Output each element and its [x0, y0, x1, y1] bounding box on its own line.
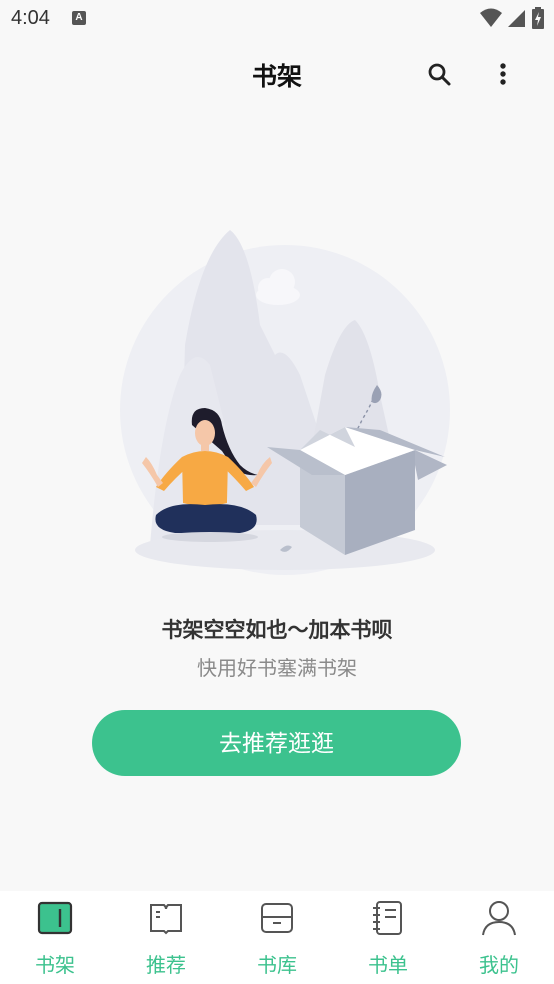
page-title: 书架	[251, 62, 302, 91]
empty-bookshelf-illustration	[120, 230, 450, 575]
more-vert-icon	[500, 63, 506, 85]
empty-state-title: 书架空空如也～加本书呗	[161, 618, 393, 642]
nav-label-library: 书库	[257, 953, 297, 977]
nav-label-booklist: 书单	[368, 953, 408, 977]
nav-item-recommend[interactable]: 推荐	[111, 891, 221, 984]
search-button[interactable]	[425, 60, 455, 90]
search-icon	[428, 63, 451, 86]
wifi-icon	[480, 8, 502, 27]
booklist-icon	[373, 901, 402, 935]
bookshelf-icon	[37, 901, 73, 935]
app-bar: 书架	[0, 38, 554, 112]
nav-label-bookshelf: 书架	[35, 953, 75, 977]
bottom-nav: 书架 推荐 书库 书单 我的	[0, 891, 554, 984]
profile-icon	[482, 901, 516, 936]
nav-label-profile: 我的	[479, 953, 519, 977]
nav-item-booklist[interactable]: 书单	[333, 891, 443, 984]
nav-item-profile[interactable]: 我的	[444, 891, 554, 984]
go-to-recommend-button[interactable]: 去推荐逛逛	[92, 710, 461, 776]
open-book-icon	[150, 904, 182, 935]
battery-icon	[532, 7, 544, 29]
library-icon	[261, 903, 293, 933]
nav-label-recommend: 推荐	[146, 953, 186, 977]
status-time: 4:04	[11, 7, 50, 29]
notification-icon: A	[72, 11, 86, 25]
status-bar: 4:04 A	[0, 0, 554, 38]
nav-item-bookshelf[interactable]: 书架	[0, 891, 110, 984]
nav-item-library[interactable]: 书库	[222, 891, 332, 984]
status-indicators	[480, 7, 544, 29]
more-options-button[interactable]	[492, 60, 514, 90]
empty-state-subtitle: 快用好书塞满书架	[197, 656, 357, 680]
signal-icon	[508, 10, 525, 27]
